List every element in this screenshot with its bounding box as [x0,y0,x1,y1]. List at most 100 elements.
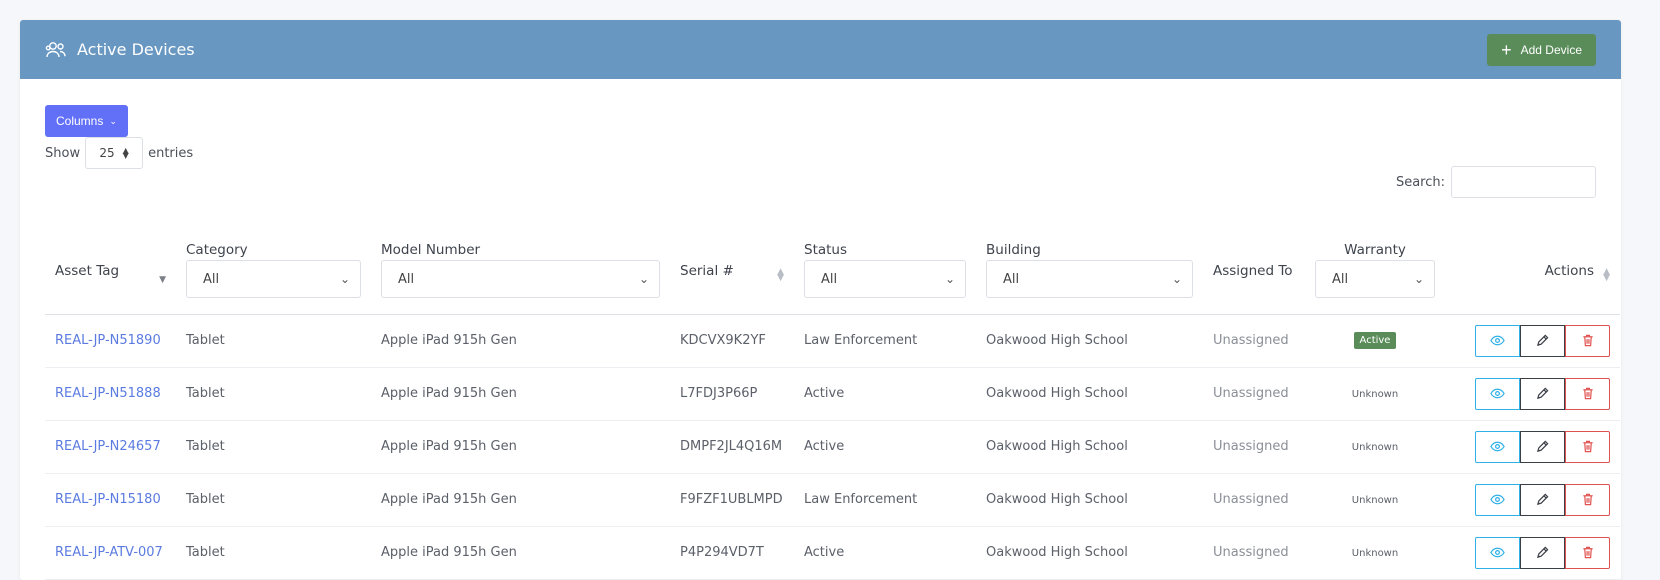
table-body: REAL-JP-N51890 Tablet Apple iPad 915h Ge… [45,314,1620,580]
table-row: REAL-JP-N51890 Tablet Apple iPad 915h Ge… [45,314,1620,368]
warranty-filter[interactable]: All ⌄ [1315,260,1435,298]
eye-icon [1490,441,1505,452]
search-area: Search: [1396,166,1596,198]
actions-cell [1445,367,1620,421]
category-cell: Tablet [176,473,371,527]
warranty-cell: Unknown [1305,473,1445,527]
add-device-button[interactable]: + Add Device [1487,33,1596,66]
col-model-number: Model Number All ⌄ [371,219,670,315]
building-filter[interactable]: All ⌄ [986,260,1193,298]
chevron-down-icon: ⌄ [109,115,117,126]
edit-button[interactable] [1520,377,1565,410]
devices-card: Active Devices + Add Device Columns ⌄ Sh… [20,20,1621,580]
col-building: Building All ⌄ [976,219,1203,315]
card-header: Active Devices + Add Device [20,20,1621,79]
building-cell: Oakwood High School [976,314,1203,368]
edit-button[interactable] [1520,324,1565,357]
view-button[interactable] [1475,483,1520,516]
sort-arrows-icon: ▲ ▼ [122,146,129,160]
chevron-down-icon: ⌄ [944,272,955,286]
pencil-icon [1536,334,1549,347]
pencil-icon [1536,440,1549,453]
view-button[interactable] [1475,430,1520,463]
actions-cell [1445,420,1620,474]
columns-button[interactable]: Columns ⌄ [45,105,128,137]
building-cell: Oakwood High School [976,526,1203,580]
building-cell: Oakwood High School [976,367,1203,421]
warranty-badge: Unknown [1351,495,1399,506]
trash-icon [1582,440,1593,453]
warranty-cell: Unknown [1305,367,1445,421]
status-cell: Law Enforcement [794,473,976,527]
warranty-badge: Unknown [1351,548,1399,559]
pencil-icon [1536,546,1549,559]
chevron-down-icon: ⌄ [339,272,350,286]
search-input[interactable] [1451,166,1596,198]
assigned-cell: Unassigned [1203,420,1305,474]
entries-select[interactable]: 25 ▲ ▼ [85,137,144,169]
asset-tag-link[interactable]: REAL-JP-N51890 [45,314,176,368]
asset-tag-link[interactable]: REAL-JP-N51888 [45,367,176,421]
category-filter[interactable]: All ⌄ [186,260,361,298]
category-cell: Tablet [176,420,371,474]
users-icon [45,41,66,57]
page-title: Active Devices [45,40,195,59]
view-button[interactable] [1475,377,1520,410]
model-cell: Apple iPad 915h Gen [371,473,670,527]
chevron-down-icon: ⌄ [638,272,649,286]
trash-icon [1582,546,1593,559]
asset-tag-link[interactable]: REAL-JP-N15180 [45,473,176,527]
building-cell: Oakwood High School [976,420,1203,474]
delete-button[interactable] [1565,536,1610,569]
serial-cell: KDCVX9K2YF [670,314,794,368]
col-category: Category All ⌄ [176,219,371,315]
edit-button[interactable] [1520,483,1565,516]
category-cell: Tablet [176,314,371,368]
add-device-label: Add Device [1520,42,1582,57]
actions-cell [1445,314,1620,368]
delete-button[interactable] [1565,377,1610,410]
warranty-cell: Active [1305,314,1445,368]
table-row: REAL-JP-N24657 Tablet Apple iPad 915h Ge… [45,420,1620,474]
show-label: Show [45,145,81,161]
eye-icon [1490,494,1505,505]
sort-icon: ▲ ▼ [1603,267,1610,283]
building-cell: Oakwood High School [976,473,1203,527]
table-row: REAL-JP-ATV-007 Tablet Apple iPad 915h G… [45,526,1620,580]
warranty-cell: Unknown [1305,420,1445,474]
category-cell: Tablet [176,367,371,421]
col-serial[interactable]: Serial # ▲ ▼ [670,219,794,315]
status-filter[interactable]: All ⌄ [804,260,966,298]
table-row: REAL-JP-N51888 Tablet Apple iPad 915h Ge… [45,367,1620,421]
delete-button[interactable] [1565,324,1610,357]
edit-button[interactable] [1520,536,1565,569]
asset-tag-link[interactable]: REAL-JP-N24657 [45,420,176,474]
view-button[interactable] [1475,536,1520,569]
eye-icon [1490,547,1505,558]
warranty-badge: Active [1353,332,1397,349]
model-cell: Apple iPad 915h Gen [371,526,670,580]
category-cell: Tablet [176,526,371,580]
model-number-filter[interactable]: All ⌄ [381,260,660,298]
search-label: Search: [1395,174,1445,190]
pencil-icon [1536,387,1549,400]
delete-button[interactable] [1565,483,1610,516]
plus-icon: + [1501,39,1512,60]
edit-button[interactable] [1520,430,1565,463]
columns-label: Columns [56,114,104,128]
eye-icon [1490,388,1505,399]
delete-button[interactable] [1565,430,1610,463]
trash-icon [1582,334,1593,347]
model-cell: Apple iPad 915h Gen [371,367,670,421]
asset-tag-link[interactable]: REAL-JP-ATV-007 [45,526,176,580]
pencil-icon [1536,493,1549,506]
view-button[interactable] [1475,324,1520,357]
devices-table: Asset Tag ▼ Category All ⌄ Model Number … [45,219,1620,580]
chevron-down-icon: ⌄ [1171,272,1182,286]
trash-icon [1582,387,1593,400]
table-header-row: Asset Tag ▼ Category All ⌄ Model Number … [45,219,1620,315]
assigned-cell: Unassigned [1203,526,1305,580]
status-cell: Law Enforcement [794,314,976,368]
col-actions[interactable]: Actions ▲ ▼ [1445,219,1620,315]
col-asset-tag[interactable]: Asset Tag ▼ [45,219,176,315]
